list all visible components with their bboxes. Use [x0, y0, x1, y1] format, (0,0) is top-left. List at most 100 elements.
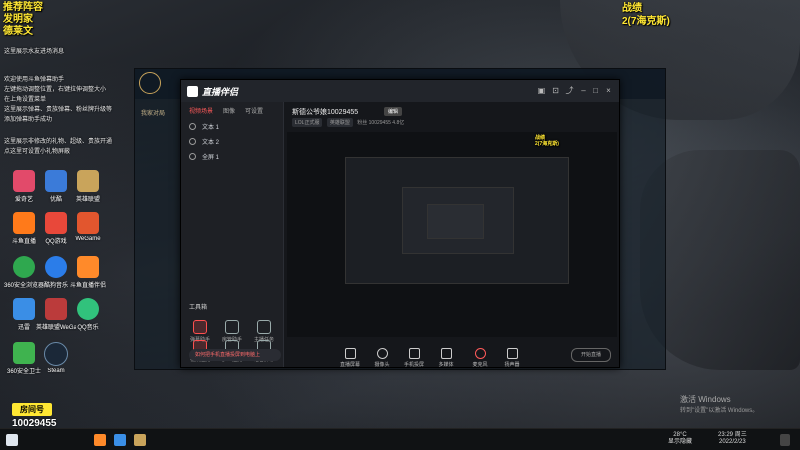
control-screen[interactable]: 直播屏幕	[336, 348, 364, 368]
app-logo-icon	[187, 86, 198, 97]
weather-widget[interactable]: 28°C 显示隐藏	[668, 432, 692, 446]
desktop-icon-qqmusic[interactable]: QQ音乐	[68, 298, 108, 331]
preview-overlay-line: 2(7海克斯)	[535, 141, 559, 147]
chat-line: 欢迎使用斗鱼弹幕助手	[4, 77, 65, 83]
control-label: 麦克风	[472, 362, 488, 368]
youku-icon	[45, 170, 67, 192]
eye-icon[interactable]	[189, 138, 196, 145]
overlay-lineup: 推荐阵容 发明家 德莱文	[3, 2, 43, 38]
scene-item-label: 文本 1	[202, 125, 220, 131]
xunlei-icon	[13, 298, 35, 320]
desktop-icon-label: WeGame	[75, 236, 101, 242]
eye-icon[interactable]	[189, 123, 196, 130]
douyu-icon	[13, 212, 35, 234]
overlay-record-title: 战绩	[622, 3, 642, 14]
preview-mirror-3	[427, 204, 484, 239]
lol-wegame-icon	[45, 298, 67, 320]
desktop-icon-douyu-companion[interactable]: 斗鱼直播伴侣	[68, 256, 108, 289]
overlay-lineup-line: 发明家	[3, 14, 33, 25]
camera-icon	[376, 348, 388, 359]
preview-overlay-record: 战绩 2(7海克斯)	[535, 135, 559, 147]
stream-companion-window[interactable]: 直播伴侣 ▣ ⊡ ⤴ – □ × 视频场景 图像 可设置 文本 1 文本 2 全…	[180, 79, 620, 368]
notice-bar[interactable]: 如何把手机直播投屏到电脑上	[189, 349, 281, 361]
taskbar: 28°C 显示隐藏 23:29 周三 2022/2/23	[0, 428, 800, 450]
eye-icon[interactable]	[189, 153, 196, 160]
control-speaker[interactable]: 扬声器	[498, 348, 526, 368]
desktop-icon-label: QQ音乐	[77, 325, 99, 331]
tab-video-scene[interactable]: 视频场景	[189, 106, 213, 115]
weather-temp: 28°C	[673, 432, 687, 438]
maximize-icon[interactable]: □	[591, 86, 600, 95]
desktop-icon-steam[interactable]: Steam	[36, 342, 76, 374]
iqiyi-icon	[13, 170, 35, 192]
360safe-icon	[13, 342, 35, 364]
close-icon[interactable]: ×	[604, 86, 613, 95]
activation-watermark-title: 激活 Windows	[680, 395, 731, 404]
control-phone-cast[interactable]: 手机投屏	[400, 348, 428, 368]
control-label: 手机投屏	[403, 362, 424, 368]
chat-line: 添加弹幕助手成功	[4, 117, 53, 123]
activation-watermark-desc: 转到"设置"以激活 Windows。	[680, 408, 759, 414]
lock-icon[interactable]: ⊡	[551, 86, 560, 95]
weather-desc: 显示隐藏	[668, 439, 693, 445]
speaker-icon	[506, 348, 518, 359]
media-icon	[440, 348, 452, 359]
tab-settings[interactable]: 可设置	[245, 106, 263, 115]
clock-weekday: 周三	[734, 432, 747, 438]
taskbar-lol-icon[interactable]	[134, 434, 146, 446]
share-icon[interactable]: ⤴	[565, 86, 574, 95]
tasks-icon	[257, 320, 271, 334]
overlay-record-value: 2(7海克斯)	[622, 16, 670, 27]
monitor-icon	[344, 348, 356, 359]
toolbox-title: 工具箱	[189, 305, 208, 311]
left-pane: 视频场景 图像 可设置 文本 1 文本 2 全屏 1 工具箱 弹幕助手 房管助手…	[181, 102, 284, 367]
control-camera[interactable]: 摄像头	[368, 348, 396, 368]
clock[interactable]: 23:29 周三 2022/2/23	[718, 432, 747, 446]
chat-line: 这里展示弹幕、贵族弹幕、粉丝牌升级等	[4, 107, 113, 113]
start-icon[interactable]	[6, 434, 18, 446]
admin-icon	[225, 320, 239, 334]
room-badge: 房间号 10029455	[12, 403, 57, 429]
phone-icon	[408, 348, 420, 359]
overlay-lineup-line: 推荐阵容	[3, 2, 43, 13]
gift-icon[interactable]: ▣	[537, 86, 546, 95]
chat-line: 在上角设置菜单	[4, 97, 47, 103]
clock-time: 23:29	[718, 432, 734, 438]
scene-item[interactable]: 文本 2	[181, 134, 283, 149]
room-badge-label: 房间号	[12, 403, 52, 416]
qqgame-icon	[45, 212, 67, 234]
steam-icon	[44, 342, 68, 366]
room-stat: 10029455	[368, 120, 391, 126]
desktop-icon-wegame[interactable]: WeGame	[68, 212, 108, 242]
overlay-record: 战绩 2(7海克斯)	[622, 2, 670, 28]
chat-line: 这里展示非修改的礼物、超级、贵族开通	[4, 139, 113, 145]
qqmusic-icon	[77, 298, 99, 320]
room-chip[interactable]: 英雄联盟	[326, 118, 353, 127]
kugou-icon	[45, 256, 67, 278]
room-edit-button[interactable]: 编辑	[384, 107, 403, 116]
stream-preview[interactable]: 战绩 2(7海克斯)	[287, 132, 617, 337]
desktop-icon-label: 斗鱼直播伴侣	[69, 283, 106, 289]
notification-icon[interactable]	[780, 434, 790, 446]
minimize-icon[interactable]: –	[579, 86, 588, 95]
scene-item[interactable]: 全屏 1	[181, 149, 283, 164]
room-chip[interactable]: LOL正式服	[292, 118, 323, 127]
game-client-tab[interactable]: 我家对局	[141, 108, 165, 117]
desktop-icon-label: Steam	[47, 368, 65, 374]
tab-image[interactable]: 图像	[223, 106, 235, 115]
room-title: 斯德公爷娘10029455	[292, 109, 359, 116]
scene-item-label: 全屏 1	[202, 155, 220, 161]
room-stat: 粉丝	[357, 120, 368, 126]
app-logo: 直播伴侣	[187, 85, 238, 98]
app-titlebar[interactable]: 直播伴侣 ▣ ⊡ ⤴ – □ ×	[181, 80, 619, 102]
taskbar-douyu-icon[interactable]	[94, 434, 106, 446]
taskbar-browser-icon[interactable]	[114, 434, 126, 446]
control-media[interactable]: 多媒体	[432, 348, 460, 368]
desktop-icon-label: 英雄联盟	[75, 197, 100, 203]
danmu-icon	[193, 320, 207, 334]
desktop-icon-lol[interactable]: 英雄联盟	[68, 170, 108, 203]
control-label: 直播屏幕	[339, 362, 360, 368]
start-live-button[interactable]: 开始直播	[571, 348, 611, 362]
scene-item[interactable]: 文本 1	[181, 119, 283, 134]
control-microphone[interactable]: 麦克风	[466, 348, 494, 368]
